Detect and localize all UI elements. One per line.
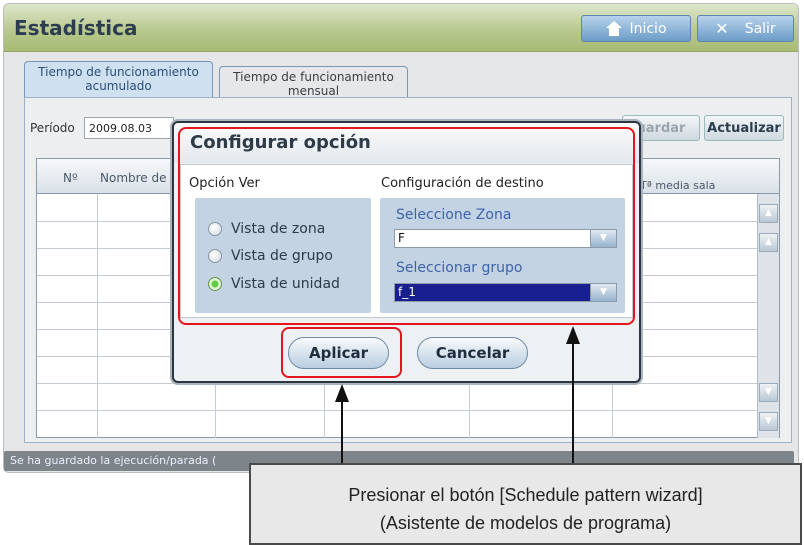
scroll-bottom-icon[interactable]: ▼ — [759, 412, 778, 431]
instruction-callout: Presionar el botón [Schedule pattern wiz… — [249, 463, 802, 545]
arrow-up-icon — [566, 326, 580, 344]
callout-line2: (Asistente de modelos de programa) — [379, 513, 672, 533]
refresh-button[interactable]: Actualizar — [704, 115, 784, 141]
home-button-label: Inicio — [629, 20, 667, 37]
scroll-up-icon[interactable]: ▲ — [759, 233, 778, 252]
tab-label-line1: Tiempo de funcionamiento — [38, 65, 199, 79]
title-bar: Estadística Inicio ✕ Salir — [4, 4, 798, 52]
cancel-button[interactable]: Cancelar — [417, 337, 528, 369]
callout-arrow-line — [341, 402, 343, 463]
highlight-options-box — [178, 127, 635, 325]
arrow-up-icon — [335, 384, 349, 402]
row-divider — [37, 410, 759, 411]
scroll-top-icon[interactable]: ▲ — [759, 204, 778, 223]
tab-monthly-runtime[interactable]: Tiempo de funcionamiento mensual — [219, 66, 408, 98]
callout-arrow-line — [572, 342, 574, 463]
tab-label-line2: mensual — [287, 84, 340, 98]
page-title: Estadística — [14, 16, 138, 40]
column-header-number: Nº — [63, 171, 78, 185]
callout-line1: Presionar el botón [Schedule pattern wiz… — [348, 485, 703, 505]
row-divider — [37, 383, 759, 384]
close-icon: ✕ — [715, 19, 729, 38]
period-label: Período — [30, 121, 75, 135]
vertical-scrollbar[interactable]: ▲ ▲ ▼ ▼ — [757, 194, 779, 438]
home-button[interactable]: Inicio — [581, 15, 691, 42]
column-header-avg-temp: Tª media sala — [640, 179, 716, 192]
tab-label-line1: Tiempo de funcionamiento — [233, 70, 394, 84]
highlight-apply-box — [281, 327, 402, 378]
period-field[interactable]: 2009.08.03 — [84, 117, 174, 139]
exit-button[interactable]: ✕ Salir — [697, 15, 794, 42]
column-divider — [97, 194, 98, 438]
home-icon — [605, 20, 623, 37]
exit-button-label: Salir — [744, 20, 776, 37]
tab-label-line2: acumulado — [85, 79, 152, 93]
tab-cumulative-runtime[interactable]: Tiempo de funcionamiento acumulado — [24, 61, 213, 98]
scroll-down-icon[interactable]: ▼ — [759, 383, 778, 402]
column-header-name: Nombre de — [100, 171, 167, 185]
